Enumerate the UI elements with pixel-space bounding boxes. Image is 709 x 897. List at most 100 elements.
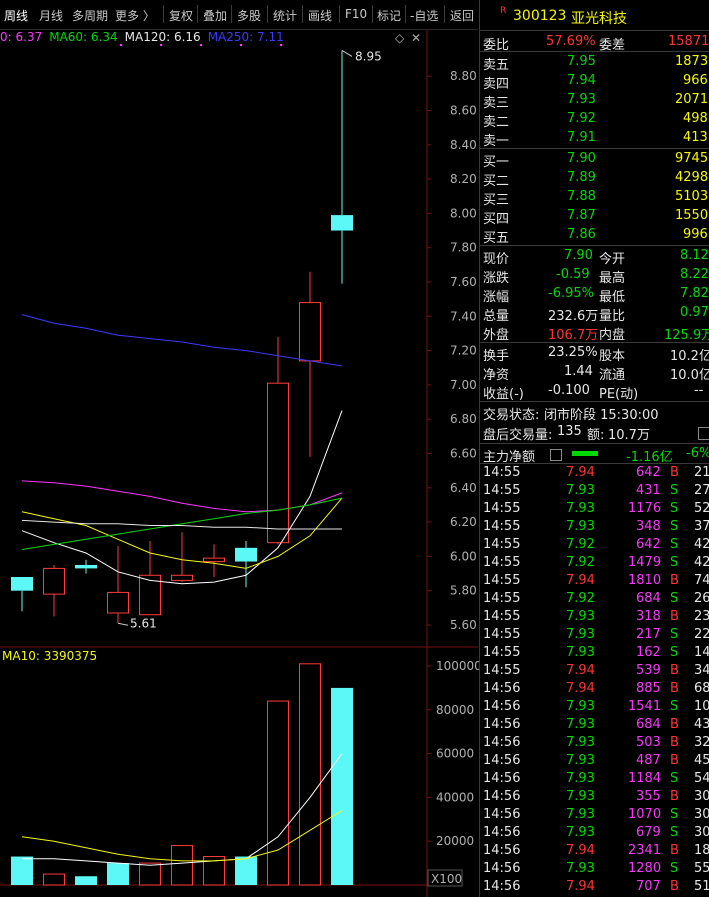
tick-price: 7.93 (566, 861, 595, 876)
marker-dot (280, 44, 282, 46)
bid-row[interactable]: 买一 7.90 9745 (480, 150, 709, 170)
fund-label: 收益(-) (483, 387, 524, 402)
tick-volume: 503 (636, 735, 661, 750)
volume-tick-label: 20000 (436, 834, 474, 848)
tick-price: 7.93 (566, 825, 595, 840)
volume-unit-label: X100 (431, 872, 462, 886)
tick-price: 7.93 (566, 771, 595, 786)
tick-price: 7.93 (566, 699, 595, 714)
tick-side: B (670, 663, 679, 678)
bid-row[interactable]: 买四 7.87 1550 (480, 207, 709, 227)
ask-level-label: 卖三 (483, 96, 510, 111)
tick-side: B (670, 465, 679, 480)
tick-time: 14:56 (483, 825, 521, 840)
ask-row[interactable]: 卖三 7.93 2071 (480, 91, 709, 111)
tick-volume: 162 (636, 645, 661, 660)
tick-time: 14:55 (483, 555, 521, 570)
tick-row: 14:55 7.93 348 S 37 (480, 519, 709, 537)
tick-count: 186 (694, 843, 709, 858)
price-tick-label: 7.40 (450, 309, 477, 323)
bid-row[interactable]: 买二 7.89 4298 (480, 169, 709, 189)
bid-volume: 5103 (675, 189, 709, 204)
quote-label: 涨跌 (483, 271, 510, 286)
tick-time: 14:56 (483, 753, 521, 768)
quote-label: 最低 (599, 290, 626, 305)
ask-price: 7.91 (567, 130, 596, 145)
after-hours-amount: 10.7万 (608, 428, 650, 443)
ask-row[interactable]: 卖五 7.95 1873 (480, 53, 709, 73)
tick-volume: 348 (636, 519, 661, 534)
tick-row: 14:56 7.93 355 B 30 (480, 789, 709, 807)
tick-volume: 487 (636, 753, 661, 768)
tick-price: 7.92 (566, 591, 595, 606)
divider (480, 148, 709, 149)
close-icon[interactable]: ✕ (411, 31, 421, 45)
price-tick-label: 8.80 (450, 69, 477, 83)
tick-volume: 217 (636, 627, 661, 642)
high-label: 8.95 (355, 49, 382, 63)
bid-price: 7.89 (567, 170, 596, 185)
tick-side: S (670, 627, 679, 642)
quote-label: 今开 (599, 252, 626, 267)
tick-row: 14:56 7.93 1070 S 30 (480, 807, 709, 825)
weicha-value: 15871 (668, 34, 709, 49)
candle-body (171, 574, 193, 581)
ask-price: 7.92 (567, 111, 596, 126)
tick-time: 14:56 (483, 717, 521, 732)
tick-row: 14:55 7.93 431 S 27 (480, 483, 709, 501)
candle-body (107, 591, 129, 614)
tick-time: 14:56 (483, 879, 521, 894)
price-tick-label: 7.20 (450, 344, 477, 358)
fund-label: 换手 (483, 349, 510, 364)
fundamental-row: 收益(-) -0.100 PE(动) -- (480, 382, 709, 402)
bid-level-label: 买一 (483, 155, 510, 170)
tick-count: 37 (694, 519, 709, 534)
bid-price: 7.86 (567, 227, 596, 242)
ask-row[interactable]: 卖二 7.92 498 (480, 110, 709, 130)
tick-count: 55 (694, 861, 709, 876)
tick-side: S (670, 483, 679, 498)
bid-price: 7.90 (567, 151, 596, 166)
weibi-value: 57.69% (546, 34, 596, 49)
tick-volume: 707 (636, 879, 661, 894)
ask-row[interactable]: 卖四 7.94 966 (480, 72, 709, 92)
main-net-row: 主力净额 -1.16亿 -6% (480, 445, 709, 465)
tick-side: S (670, 807, 679, 822)
diamond-icon[interactable]: ◇ (395, 31, 405, 45)
fund-label: 股本 (599, 349, 626, 364)
quote-value: -0.59 (556, 267, 590, 282)
ask-volume: 413 (683, 130, 708, 145)
price-tick-label: 8.40 (450, 138, 477, 152)
quote-label: 内盘 (599, 328, 626, 343)
kline-chart[interactable]: 8.80 8.60 8.40 8.20 8.00 7.80 7.60 7.40 7.20 7.00… (0, 0, 479, 897)
ask-volume: 966 (683, 73, 708, 88)
tick-row: 14:55 7.92 684 S 26 (480, 591, 709, 609)
tick-side: B (670, 789, 679, 804)
low-pointer (117, 622, 129, 626)
tick-price: 7.94 (566, 663, 595, 678)
price-tick-label: 7.00 (450, 378, 477, 392)
fund-value: 23.25% (548, 345, 598, 360)
price-tick-label: 8.00 (450, 206, 477, 220)
trade-status-row: 交易状态: 闭市阶段 15:30:00 (480, 403, 709, 423)
tick-row: 14:56 7.93 679 S 30 (480, 825, 709, 843)
main-net-toggle[interactable] (550, 449, 562, 461)
ask-row[interactable]: 卖一 7.91 413 (480, 129, 709, 149)
quote-label: 现价 (483, 252, 510, 267)
tick-count: 27 (694, 483, 709, 498)
ask-price: 7.95 (567, 54, 596, 69)
ask-level-label: 卖二 (483, 115, 510, 130)
tick-side: B (670, 681, 679, 696)
quote-value: 7.82 (680, 286, 709, 301)
after-hours-volume: 135 (557, 424, 582, 439)
tick-price: 7.93 (566, 627, 595, 642)
bid-row[interactable]: 买三 7.88 5103 (480, 188, 709, 208)
ask-volume: 498 (683, 111, 708, 126)
bid-price: 7.88 (567, 189, 596, 204)
price-tick-label: 6.80 (450, 412, 477, 426)
bid-row[interactable]: 买五 7.86 996 (480, 226, 709, 246)
quote-label: 量比 (599, 309, 626, 324)
tick-volume: 1070 (628, 807, 662, 822)
tick-side: S (670, 771, 679, 786)
chart-icon[interactable] (698, 427, 709, 440)
